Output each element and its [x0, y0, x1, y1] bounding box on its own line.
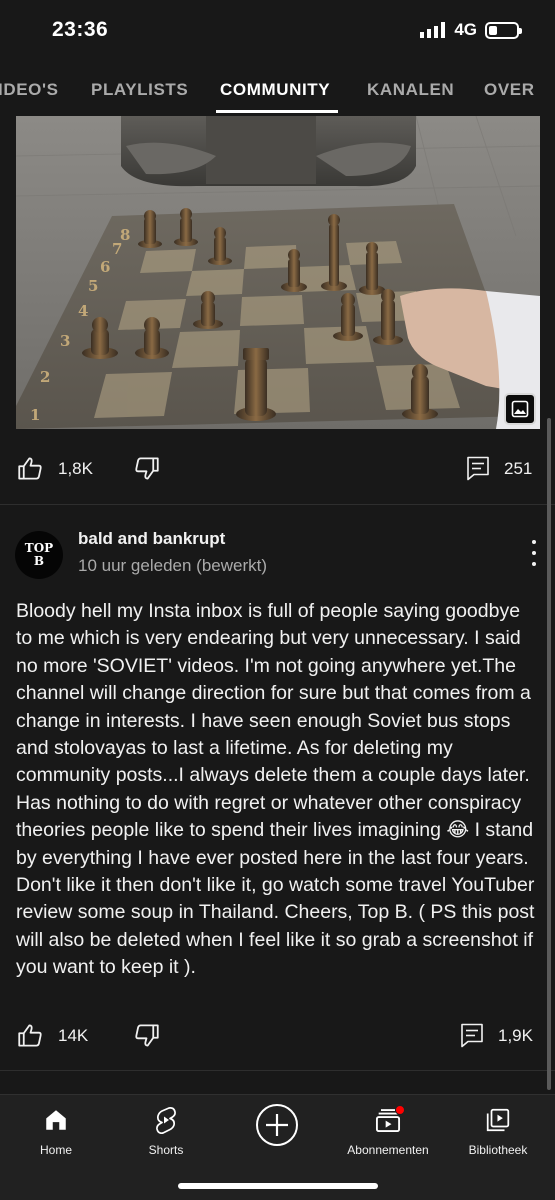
home-indicator	[178, 1183, 378, 1189]
post2-dislike-button[interactable]	[133, 1022, 160, 1049]
nav-library[interactable]: Bibliotheek	[443, 1103, 553, 1157]
nav-label-shorts: Shorts	[148, 1143, 184, 1157]
signal-icon	[420, 22, 446, 38]
status-bar: 23:36 4G	[0, 0, 555, 64]
laughing-emoji: 😂	[446, 819, 470, 842]
chess-statue-photo: 1 2 3 4 5 6 7 8	[16, 116, 540, 429]
thumbs-down-icon	[135, 457, 159, 480]
board-number: 3	[60, 332, 70, 350]
post1-like-count: 1,8K	[58, 458, 93, 478]
library-icon	[486, 1108, 510, 1132]
nav-shorts[interactable]: Shorts	[111, 1103, 221, 1157]
board-number: 1	[30, 406, 40, 424]
shorts-icon	[156, 1106, 176, 1134]
home-icon	[46, 1110, 66, 1130]
thumbs-down-icon	[135, 1024, 159, 1047]
nav-create[interactable]	[222, 1103, 332, 1147]
post-text: Bloody hell my Insta inbox is full of pe…	[16, 598, 538, 982]
post-divider	[0, 504, 555, 505]
board-number: 8	[120, 226, 130, 244]
post2-comments-button[interactable]: 1,9K	[460, 1022, 533, 1049]
post1-actions: 1,8K 251	[0, 447, 555, 487]
scrollbar[interactable]	[547, 418, 551, 1090]
board-number: 5	[88, 277, 98, 295]
notification-dot	[395, 1105, 405, 1115]
tab-playlists[interactable]: PLAYLISTS	[91, 80, 188, 100]
post2-actions: 14K 1,9K	[0, 1014, 555, 1054]
comment-icon	[467, 456, 489, 481]
comment-icon	[461, 1023, 483, 1048]
channel-tabs: IDEO'S PLAYLISTS COMMUNITY KANALEN OVER	[0, 64, 555, 114]
network-type: 4G	[454, 20, 477, 39]
create-icon	[256, 1104, 298, 1146]
status-icons: 4G	[420, 20, 522, 40]
post-text-part-2: I stand by everything I have ever posted…	[16, 819, 535, 979]
avatar[interactable]: TOP B	[15, 531, 63, 579]
post1-comments-button[interactable]: 251	[466, 455, 532, 482]
nav-home[interactable]: Home	[1, 1103, 111, 1157]
tab-videos[interactable]: IDEO'S	[0, 80, 59, 100]
tab-over[interactable]: OVER	[484, 80, 535, 100]
thumbs-up-icon	[18, 1024, 42, 1047]
tab-community[interactable]: COMMUNITY	[220, 80, 330, 100]
thumbs-up-icon	[18, 457, 42, 480]
nav-label-subscriptions: Abonnementen	[347, 1143, 429, 1157]
board-number: 2	[40, 368, 50, 386]
battery-icon	[485, 21, 522, 39]
board-number: 6	[100, 258, 110, 276]
post-timestamp: 10 uur geleden (bewerkt)	[78, 556, 268, 575]
post2-like-button[interactable]: 14K	[17, 1022, 88, 1049]
board-number: 4	[78, 302, 88, 320]
post-author[interactable]: bald and bankrupt	[78, 529, 225, 549]
nav-subscriptions[interactable]: Abonnementen	[333, 1103, 443, 1157]
more-options-icon[interactable]	[524, 540, 544, 566]
screen: 23:36 4G IDEO'S PLAYLISTS COMMUNITY KANA…	[0, 0, 555, 1200]
post2-like-count: 14K	[58, 1025, 89, 1045]
post2-comment-count: 1,9K	[498, 1025, 533, 1045]
post1-like-button[interactable]: 1,8K	[17, 455, 93, 482]
post-text-part-1: Bloody hell my Insta inbox is full of pe…	[16, 600, 531, 842]
active-tab-indicator	[216, 110, 338, 113]
post-divider	[0, 1070, 555, 1071]
multi-image-icon[interactable]	[504, 393, 536, 425]
post-image[interactable]: 1 2 3 4 5 6 7 8	[16, 116, 540, 429]
post1-dislike-button[interactable]	[133, 455, 160, 482]
nav-label-home: Home	[39, 1143, 72, 1157]
status-time: 23:36	[52, 18, 109, 41]
tab-kanalen[interactable]: KANALEN	[367, 80, 454, 100]
nav-label-library: Bibliotheek	[468, 1143, 528, 1157]
post1-comment-count: 251	[504, 458, 533, 478]
avatar-logo-bottom: B	[33, 554, 45, 568]
